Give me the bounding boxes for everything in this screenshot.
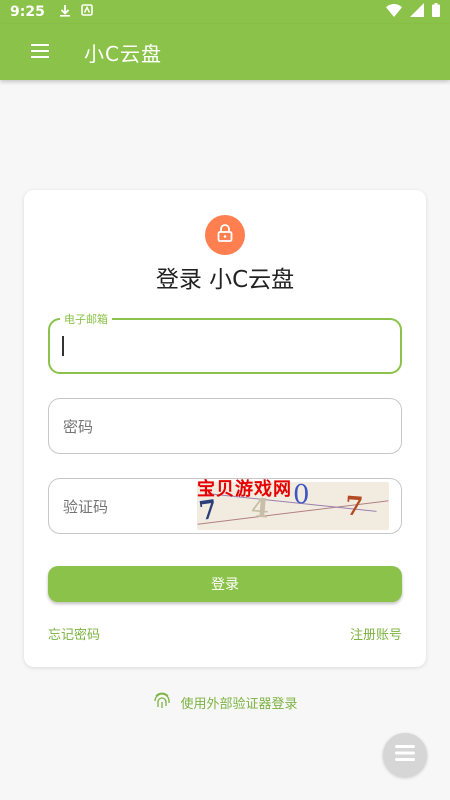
captcha-char-3: 0: [293, 482, 310, 510]
email-field[interactable]: 电子邮箱: [48, 311, 402, 374]
status-bar: 9:25: [0, 0, 450, 24]
menu-icon: [31, 43, 49, 62]
menu-button[interactable]: [0, 24, 80, 80]
password-placeholder: 密码: [63, 418, 94, 436]
battery-icon: [432, 3, 440, 21]
email-label: 电子邮箱: [60, 311, 112, 327]
download-icon: [59, 4, 71, 21]
signal-icon: [410, 3, 424, 21]
menu-icon: [395, 745, 415, 765]
captcha-placeholder: 验证码: [63, 498, 109, 516]
captcha-field[interactable]: 验证码 7 4 0 7 宝贝游戏网: [48, 478, 402, 534]
app-bar: 小C云盘: [0, 24, 450, 80]
login-card: 登录 小C云盘 电子邮箱 密码 验证码 7 4 0 7 宝贝游戏网 登录 忘记密…: [24, 190, 426, 667]
status-right-icons: [386, 3, 440, 21]
status-time: 9:25: [10, 4, 45, 20]
external-auth-label: 使用外部验证器登录: [180, 696, 298, 712]
watermark: 宝贝游戏网: [197, 479, 292, 500]
forgot-password-link[interactable]: 忘记密码: [48, 624, 100, 643]
register-link[interactable]: 注册账号: [350, 624, 402, 643]
external-auth-link[interactable]: 使用外部验证器登录: [0, 690, 450, 714]
fab-menu-button[interactable]: [383, 733, 427, 777]
fingerprint-icon: [152, 690, 172, 714]
captcha-char-4: 7: [343, 491, 365, 523]
login-button[interactable]: 登录: [48, 566, 402, 602]
lock-badge: [205, 215, 245, 255]
text-cursor: [62, 336, 64, 356]
login-heading: 登录 小C云盘: [155, 267, 295, 293]
lock-icon: [217, 224, 233, 246]
notification-icon: [81, 4, 93, 20]
app-title: 小C云盘: [84, 41, 162, 66]
password-field[interactable]: 密码: [48, 398, 402, 454]
wifi-icon: [386, 3, 402, 21]
status-left-icons: [59, 4, 93, 21]
